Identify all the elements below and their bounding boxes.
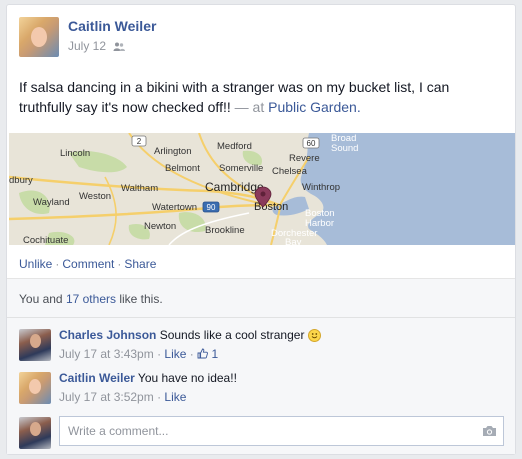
map-label-watertown: Watertown <box>152 202 197 213</box>
post-actions: Unlike · Comment · Share <box>19 257 157 271</box>
route-2-shield: 2 <box>131 135 147 147</box>
svg-text:90: 90 <box>207 203 216 212</box>
map-label-winthrop: Winthrop <box>302 182 340 193</box>
likes-summary: You and 17 others like this. <box>7 278 515 318</box>
map-label-dbury: dbury <box>9 175 33 186</box>
location-link[interactable]: Public Garden. <box>268 99 361 115</box>
map-label-somerville: Somerville <box>219 163 263 174</box>
commenter-name[interactable]: Charles Johnson <box>59 328 156 342</box>
map-label-waltham: Waltham <box>121 183 158 194</box>
map-label-chelsea: Chelsea <box>272 166 308 177</box>
svg-text:60: 60 <box>307 139 316 148</box>
comment-text: Sounds like a cool stranger <box>159 328 305 342</box>
smiley-emoji-icon <box>307 329 321 342</box>
comment-like-count[interactable]: 1 <box>211 347 218 361</box>
comment-text: You have no idea!! <box>137 371 237 385</box>
map-label-medford: Medford <box>217 141 252 152</box>
author-name[interactable]: Caitlin Weiler <box>68 18 156 34</box>
map-label-revere: Revere <box>289 153 320 164</box>
map-label-brookline: Brookline <box>205 225 245 236</box>
camera-icon[interactable] <box>482 425 497 437</box>
route-90-shield: 90 <box>202 201 220 213</box>
likes-others-link[interactable]: 17 others <box>66 292 116 306</box>
map-label-belmont: Belmont <box>165 163 200 174</box>
commenter-name[interactable]: Caitlin Weiler <box>59 371 135 385</box>
comment-date[interactable]: July 17 at 3:52pm <box>59 390 154 404</box>
comment-date[interactable]: July 17 at 3:43pm <box>59 347 154 361</box>
map-label-lincoln: Lincoln <box>60 148 90 159</box>
map-label-newton: Newton <box>144 221 176 232</box>
comment-composer[interactable] <box>59 416 504 446</box>
share-link[interactable]: Share <box>124 257 156 271</box>
author-avatar[interactable] <box>19 17 59 57</box>
friends-icon[interactable] <box>113 42 126 51</box>
comment-like-link[interactable]: Like <box>164 390 186 404</box>
comment-input[interactable] <box>60 417 486 445</box>
commenter-avatar[interactable] <box>19 372 51 404</box>
post-date[interactable]: July 12 <box>68 39 106 53</box>
post-text: If salsa dancing in a bikini with a stra… <box>19 79 450 115</box>
comment-link[interactable]: Comment <box>62 257 114 271</box>
post-meta: July 12 <box>68 39 126 53</box>
post-card: Caitlin Weiler July 12 If salsa dancing … <box>6 4 516 455</box>
location-map[interactable]: 2 60 90 Lincoln Arlington Medford Broad … <box>9 133 515 245</box>
comments-section: Charles Johnson Sounds like a cool stran… <box>7 318 515 454</box>
commenter-avatar[interactable] <box>19 329 51 361</box>
thumbs-up-icon[interactable] <box>197 348 209 359</box>
map-label-arlington: Arlington <box>154 146 192 157</box>
composer-avatar <box>19 417 51 449</box>
map-label-cochituate: Cochituate <box>23 235 68 245</box>
comment-like-link[interactable]: Like <box>164 347 186 361</box>
map-canvas: 2 60 90 Lincoln Arlington Medford Broad … <box>9 133 515 245</box>
map-label-wayland: Wayland <box>33 197 70 208</box>
route-60-shield: 60 <box>302 137 320 149</box>
svg-text:2: 2 <box>137 137 142 146</box>
map-label-weston: Weston <box>79 191 111 202</box>
unlike-link[interactable]: Unlike <box>19 257 52 271</box>
map-label-bay: Bay <box>285 237 302 245</box>
map-label-sound: Sound <box>331 143 358 154</box>
post-header: Caitlin Weiler July 12 <box>19 17 499 61</box>
